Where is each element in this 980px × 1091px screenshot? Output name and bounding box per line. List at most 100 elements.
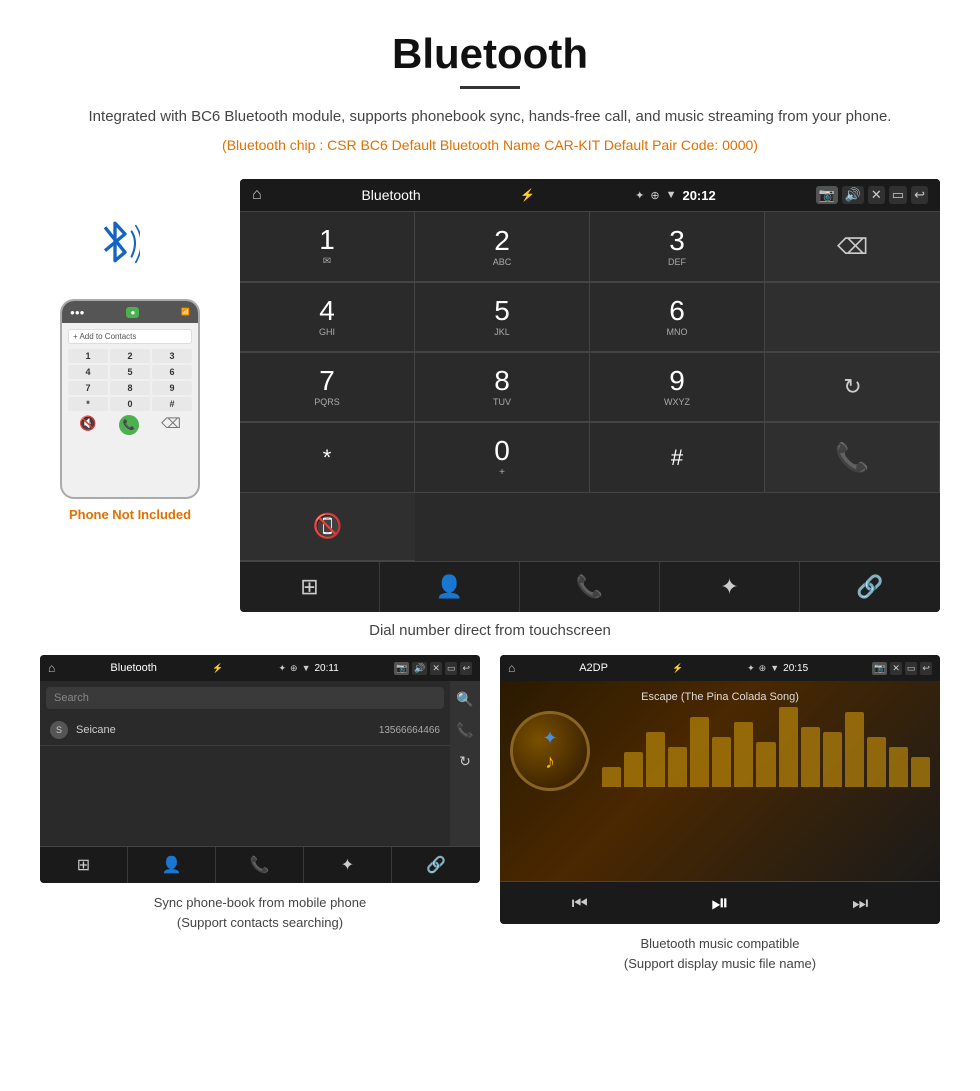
key-4[interactable]: 4 GHI — [240, 283, 415, 352]
eq-bar — [845, 712, 864, 787]
key-1[interactable]: 1 ✉ — [240, 212, 415, 282]
pb-nav-dialpad[interactable]: ⊞ — [40, 847, 128, 883]
window-icon[interactable]: ▭ — [889, 186, 907, 204]
phone-key-9[interactable]: 9 — [152, 381, 192, 395]
pb-search-action-icon[interactable]: 🔍 — [456, 691, 473, 708]
hu-status-bar: ⌂ Bluetooth ⚡ ✦ ⊕ ▼ 20:12 📷 🔊 ✕ ▭ ↩ — [240, 179, 940, 211]
nav-phone[interactable]: 📞 — [520, 562, 660, 612]
play-pause-button[interactable]: ⏯ — [711, 890, 729, 916]
eq-bar — [911, 757, 930, 787]
eq-bar — [602, 767, 621, 787]
eq-bar — [823, 732, 842, 787]
backspace-icon[interactable]: ⌫ — [837, 234, 868, 260]
title-section: Bluetooth Integrated with BC6 Bluetooth … — [0, 0, 980, 179]
dialpad-row-1: 1 ✉ 2 ABC 3 DEF ⌫ — [240, 211, 940, 282]
music-back-icon[interactable]: ↩ — [920, 662, 932, 675]
phone-key-0[interactable]: 0 — [110, 397, 150, 411]
key-star[interactable]: * — [240, 423, 415, 493]
pb-signal-icon: ▼ — [302, 663, 311, 673]
back-icon[interactable]: ↩ — [911, 186, 928, 204]
phone-not-included-label: Phone Not Included — [69, 507, 191, 522]
pb-window-icon[interactable]: ▭ — [445, 662, 458, 675]
phone-key-6[interactable]: 6 — [152, 365, 192, 379]
key-5[interactable]: 5 JKL — [415, 283, 590, 352]
phonebook-caption: Sync phone-book from mobile phone(Suppor… — [154, 893, 366, 932]
pb-volume-icon[interactable]: 🔊 — [412, 662, 427, 675]
nav-dialpad[interactable]: ⊞ — [240, 562, 380, 612]
call-red-key[interactable]: 📵 — [240, 493, 415, 561]
key-0[interactable]: 0 + — [415, 423, 590, 493]
music-usb-icon: ⚡ — [672, 663, 683, 674]
key-empty-3: ↻ — [765, 353, 940, 422]
phone-key-star[interactable]: * — [68, 397, 108, 411]
eq-bar — [624, 752, 643, 787]
key-9[interactable]: 9 WXYZ — [590, 353, 765, 422]
phone-key-4[interactable]: 4 — [68, 365, 108, 379]
pb-refresh-action-icon[interactable]: ↻ — [459, 753, 471, 770]
phone-key-8[interactable]: 8 — [110, 381, 150, 395]
album-music-icon: ♪ — [542, 751, 557, 774]
pb-search-bar[interactable]: Search — [46, 687, 444, 709]
phone-key-3[interactable]: 3 — [152, 349, 192, 363]
pb-nav-link[interactable]: 🔗 — [392, 847, 480, 883]
refresh-icon[interactable]: ↻ — [843, 374, 861, 400]
phone-key-hash[interactable]: # — [152, 397, 192, 411]
camera-icon[interactable]: 📷 — [816, 186, 838, 204]
phone-screen-body: + Add to Contacts 1 2 3 4 5 6 7 8 9 * 0 … — [62, 323, 198, 441]
eq-bar — [801, 727, 820, 787]
music-status-bar: ⌂ A2DP ⚡ ✦ ⊕ ▼ 20:15 📷 ✕ ▭ ↩ — [500, 655, 940, 681]
music-content-area: ✦ ♪ — [510, 711, 930, 791]
key-empty-2 — [765, 283, 940, 352]
eq-bar — [690, 717, 709, 787]
phone-call-button[interactable]: 📞 — [119, 415, 139, 435]
key-7[interactable]: 7 PQRS — [240, 353, 415, 422]
head-unit-dialpad-screen: ⌂ Bluetooth ⚡ ✦ ⊕ ▼ 20:12 📷 🔊 ✕ ▭ ↩ 1 ✉ — [240, 179, 940, 612]
key-3[interactable]: 3 DEF — [590, 212, 765, 282]
phone-top-bar: ●●● ● 📶 — [62, 301, 198, 323]
key-8[interactable]: 8 TUV — [415, 353, 590, 422]
music-right-icons: 📷 ✕ ▭ ↩ — [872, 662, 932, 675]
key-2[interactable]: 2 ABC — [415, 212, 590, 282]
music-screenshot-item: ⌂ A2DP ⚡ ✦ ⊕ ▼ 20:15 📷 ✕ ▭ ↩ Escape ( — [500, 655, 940, 973]
nav-link[interactable]: 🔗 — [800, 562, 940, 612]
volume-icon[interactable]: 🔊 — [842, 186, 864, 204]
key-6[interactable]: 6 MNO — [590, 283, 765, 352]
phone-key-7[interactable]: 7 — [68, 381, 108, 395]
eq-bar — [756, 742, 775, 787]
pb-call-action-icon[interactable]: 📞 — [456, 722, 473, 739]
signal-icon: ▼ — [666, 189, 677, 201]
pb-nav-contacts[interactable]: 👤 — [128, 847, 216, 883]
music-close-icon[interactable]: ✕ — [890, 662, 902, 675]
prev-track-button[interactable]: ⏮ — [572, 893, 588, 914]
next-track-button[interactable]: ⏭ — [852, 893, 868, 914]
phone-bottom-row: 🔇 📞 ⌫ — [68, 415, 192, 435]
music-window-icon[interactable]: ▭ — [905, 662, 918, 675]
pb-close-icon[interactable]: ✕ — [430, 662, 442, 675]
hu-bottom-nav: ⊞ 👤 📞 ✦ 🔗 — [240, 561, 940, 612]
pb-home-icon[interactable]: ⌂ — [48, 661, 55, 675]
pb-nav-phone[interactable]: 📞 — [216, 847, 304, 883]
pb-back-icon[interactable]: ↩ — [460, 662, 472, 675]
call-green-key[interactable]: 📞 — [765, 423, 940, 493]
music-camera-icon[interactable]: 📷 — [872, 662, 887, 675]
key-hash[interactable]: # — [590, 423, 765, 493]
pb-nav-bluetooth[interactable]: ✦ — [304, 847, 392, 883]
nav-bluetooth[interactable]: ✦ — [660, 562, 800, 612]
pb-camera-icon[interactable]: 📷 — [394, 662, 409, 675]
music-clock: 20:15 — [783, 663, 808, 674]
dialpad-row-2: 4 GHI 5 JKL 6 MNO — [240, 282, 940, 352]
eq-bar — [867, 737, 886, 787]
music-status-right: ✦ ⊕ ▼ 20:15 — [747, 663, 808, 674]
phone-key-2[interactable]: 2 — [110, 349, 150, 363]
nav-contacts[interactable]: 👤 — [380, 562, 520, 612]
pb-contact-row: S Seicane 13566664466 — [40, 715, 450, 746]
pb-status-bar: ⌂ Bluetooth ⚡ ✦ ⊕ ▼ 20:11 📷 🔊 ✕ ▭ ↩ — [40, 655, 480, 681]
close-icon[interactable]: ✕ — [868, 186, 885, 204]
home-icon[interactable]: ⌂ — [252, 186, 262, 204]
music-screen: ⌂ A2DP ⚡ ✦ ⊕ ▼ 20:15 📷 ✕ ▭ ↩ Escape ( — [500, 655, 940, 924]
music-home-icon[interactable]: ⌂ — [508, 661, 515, 675]
music-controls: ⏮ ⏯ ⏭ — [500, 881, 940, 924]
gps-icon: ⊕ — [650, 189, 659, 202]
phone-key-1[interactable]: 1 — [68, 349, 108, 363]
phone-key-5[interactable]: 5 — [110, 365, 150, 379]
